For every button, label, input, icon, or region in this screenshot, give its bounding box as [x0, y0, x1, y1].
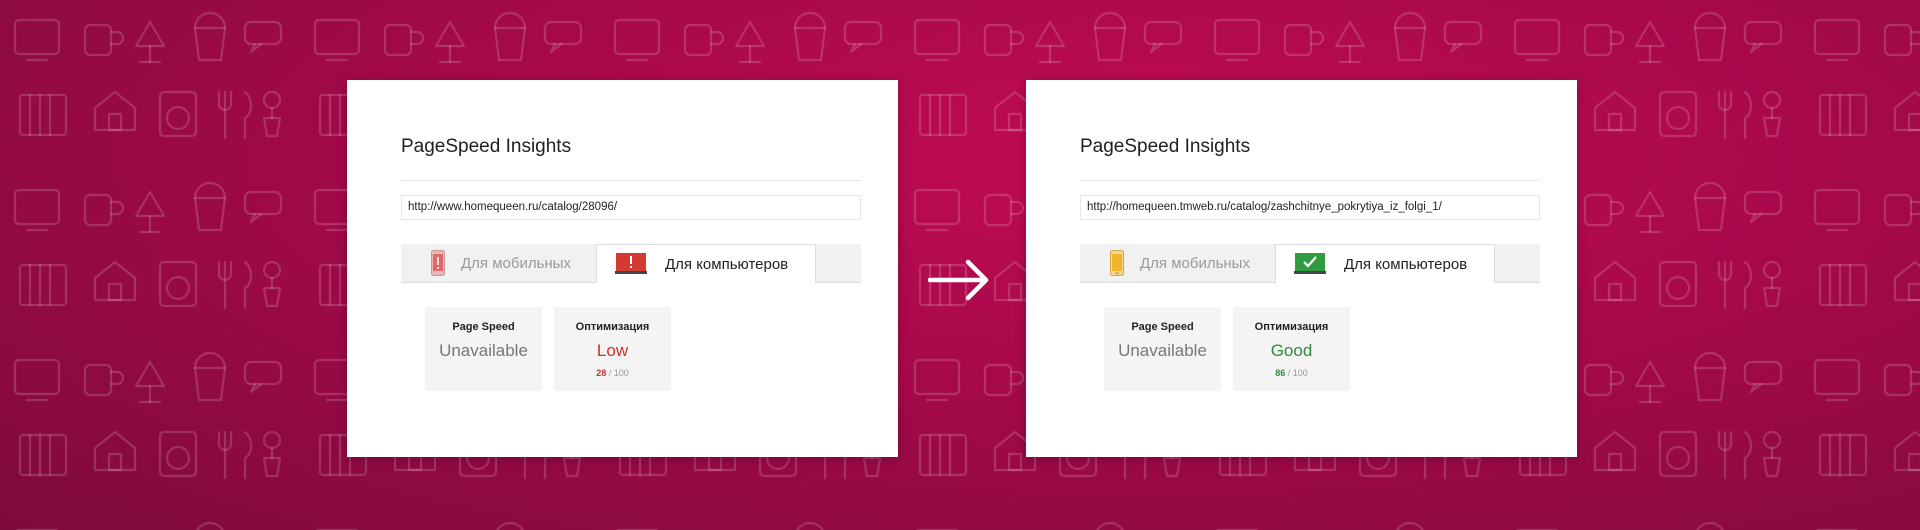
score-value: 28: [596, 368, 607, 378]
tab-mobile[interactable]: Для мобильных: [401, 244, 596, 282]
page-speed-label: Page Speed: [1131, 321, 1194, 333]
tab-mobile[interactable]: Для мобильных: [1080, 244, 1275, 282]
divider: [1080, 180, 1540, 181]
arrow-right-icon: [927, 259, 989, 301]
tab-desktop-label: Для компьютеров: [665, 255, 789, 273]
divider: [401, 180, 861, 181]
monitor-check-icon: [1294, 252, 1326, 276]
url-field[interactable]: http://homequeen.tmweb.ru/catalog/zashch…: [1080, 195, 1540, 220]
page-speed-value: Unavailable: [1118, 341, 1207, 360]
score-max: / 100: [608, 368, 629, 378]
pagespeed-card-before: PageSpeed Insights http://www.homequeen.…: [347, 80, 898, 457]
monitor-warning-icon: [615, 252, 647, 276]
page-speed-label: Page Speed: [452, 321, 515, 333]
score-max: / 100: [1287, 368, 1308, 378]
phone-ok-icon: [1110, 250, 1124, 276]
device-tabs: Для мобильных Для компьютеров: [1080, 244, 1540, 283]
optimization-label: Оптимизация: [575, 321, 650, 333]
optimization-tile: Оптимизация Good 86 / 100: [1233, 307, 1350, 391]
tab-desktop[interactable]: Для компьютеров: [596, 244, 816, 283]
optimization-score: 28 / 100: [554, 368, 671, 378]
pagespeed-card-after: PageSpeed Insights http://homequeen.tmwe…: [1026, 80, 1577, 457]
optimization-tile: Оптимизация Low 28 / 100: [554, 307, 671, 391]
phone-warning-icon: [431, 250, 445, 276]
tab-desktop-label: Для компьютеров: [1344, 255, 1468, 273]
page-speed-tile: Page Speed Unavailable: [425, 307, 542, 391]
tab-desktop[interactable]: Для компьютеров: [1275, 244, 1495, 283]
page-speed-value: Unavailable: [439, 341, 528, 360]
optimization-status: Low: [596, 341, 629, 360]
optimization-status: Good: [1270, 341, 1313, 360]
page-speed-tile: Page Speed Unavailable: [1104, 307, 1221, 391]
url-field[interactable]: http://www.homequeen.ru/catalog/28096/: [401, 195, 861, 220]
optimization-score: 86 / 100: [1233, 368, 1350, 378]
tab-mobile-label: Для мобильных: [1140, 254, 1250, 272]
tab-mobile-label: Для мобильных: [461, 254, 571, 272]
card-title: PageSpeed Insights: [1080, 136, 1251, 157]
device-tabs: Для мобильных Для компьютеров: [401, 244, 861, 283]
optimization-label: Оптимизация: [1254, 321, 1329, 333]
score-value: 86: [1275, 368, 1286, 378]
card-title: PageSpeed Insights: [401, 136, 572, 157]
